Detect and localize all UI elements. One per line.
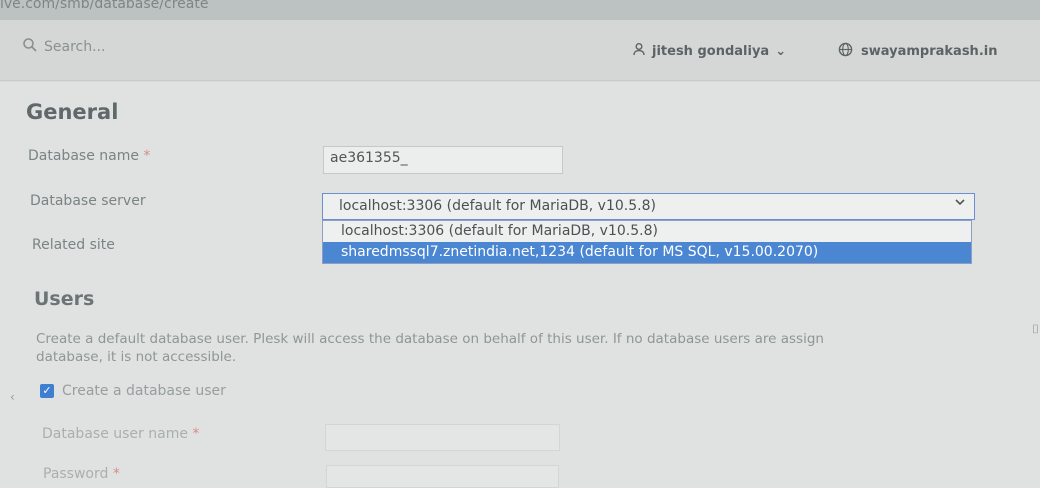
db-server-option[interactable]: sharedmssql7.znetindia.net,1234 (default… xyxy=(323,242,971,263)
chevron-left-icon: ‹ xyxy=(10,390,15,404)
section-title-users: Users xyxy=(34,288,95,310)
browser-url-bar[interactable]: ive.com/smb/database/create xyxy=(0,0,1040,20)
db-user-name-input[interactable] xyxy=(325,424,560,451)
user-menu[interactable]: jitesh gondaliya ⌄ xyxy=(632,42,786,60)
db-server-dropdown[interactable]: localhost:3306 (default for MariaDB, v10… xyxy=(322,220,972,264)
create-user-label: Create a database user xyxy=(62,383,226,399)
db-server-option[interactable]: localhost:3306 (default for MariaDB, v10… xyxy=(323,221,971,242)
main-content: General Database name * ae361355_ Databa… xyxy=(0,82,1040,488)
db-server-select[interactable]: localhost:3306 (default for MariaDB, v10… xyxy=(322,193,975,220)
related-site-label: Related site xyxy=(32,237,115,253)
site-switcher[interactable]: swayamprakash.in xyxy=(838,42,997,61)
resize-handle-icon: ⌷ xyxy=(1032,322,1040,336)
section-title-general: General xyxy=(26,100,119,124)
required-mark: * xyxy=(143,148,151,164)
search-box[interactable]: Search... xyxy=(22,37,105,57)
search-icon xyxy=(22,37,38,57)
db-name-input[interactable]: ae361355_ xyxy=(323,146,563,174)
top-bar: Search... jitesh gondaliya ⌄ swayampraka… xyxy=(0,20,1040,81)
url-text: ive.com/smb/database/create xyxy=(0,0,209,12)
db-user-name-label: Database user name * xyxy=(42,426,200,442)
user-icon xyxy=(632,42,646,60)
chevron-down-icon xyxy=(954,196,966,212)
user-name: jitesh gondaliya xyxy=(652,43,770,59)
db-server-label: Database server xyxy=(30,193,146,209)
create-user-checkbox-row[interactable]: ✓ Create a database user xyxy=(40,383,226,399)
db-name-label: Database name * xyxy=(28,148,151,164)
password-input[interactable] xyxy=(326,465,559,488)
db-server-selected-value: localhost:3306 (default for MariaDB, v10… xyxy=(339,198,656,214)
users-description: Create a default database user. Plesk wi… xyxy=(36,331,824,365)
search-placeholder: Search... xyxy=(44,39,106,55)
password-label: Password * xyxy=(43,466,120,482)
chevron-down-icon: ⌄ xyxy=(775,43,787,59)
create-user-checkbox[interactable]: ✓ xyxy=(40,384,54,398)
site-name: swayamprakash.in xyxy=(861,44,998,59)
globe-icon xyxy=(838,42,853,61)
